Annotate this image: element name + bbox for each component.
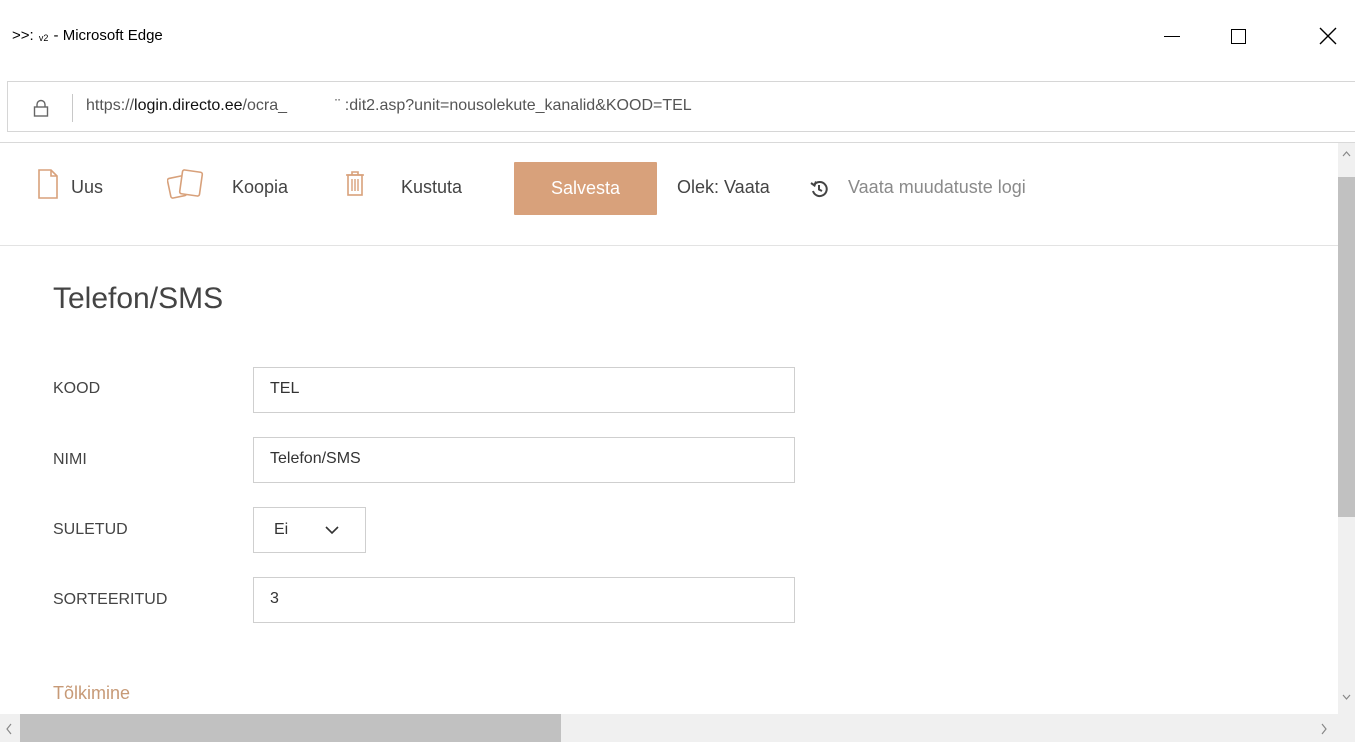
lock-icon	[33, 99, 49, 117]
url-scheme: https://	[86, 97, 135, 114]
scroll-left-icon[interactable]	[3, 721, 15, 737]
field-label-suletud: SULETUD	[53, 521, 128, 538]
url-path: /ocra_	[242, 97, 288, 114]
window-title: >>: v2 - Microsoft Edge	[12, 27, 163, 44]
window-title-prefix: >>:	[12, 27, 34, 44]
close-icon	[1319, 27, 1337, 45]
sorteeritud-input[interactable]: 3	[253, 577, 795, 623]
url-text[interactable]: https://login.directo.ee/ocra_ ¨ :dit2.as…	[86, 97, 692, 115]
page-title: Telefon/SMS	[53, 282, 224, 315]
new-button[interactable]: Uus	[71, 177, 103, 198]
address-separator	[72, 94, 73, 122]
field-label-nimi: NIMI	[53, 451, 87, 468]
translation-section[interactable]: Tõlkimine	[53, 683, 130, 704]
url-host: login.directo.ee	[134, 97, 243, 114]
trash-icon[interactable]	[345, 169, 365, 199]
minimize-button[interactable]	[1152, 14, 1192, 58]
delete-button[interactable]: Kustuta	[401, 177, 462, 198]
scroll-down-icon[interactable]	[1338, 690, 1355, 704]
suletud-value: Ei	[274, 521, 289, 538]
minimize-icon	[1164, 35, 1180, 37]
maximize-icon	[1230, 28, 1246, 44]
maximize-button[interactable]	[1218, 14, 1258, 58]
field-label-sorteeritud: SORTEERITUD	[53, 591, 168, 608]
window-title-sub: v2	[38, 33, 49, 43]
status-label: Olek: Vaata	[677, 177, 770, 197]
close-button[interactable]	[1308, 14, 1348, 58]
page-content: Uus Koopia Kustuta Salvesta Olek: Vaata …	[0, 142, 1355, 742]
address-bar[interactable]: https://login.directo.ee/ocra_ ¨ :dit2.as…	[7, 81, 1355, 132]
url-rest: ¨ :dit2.asp?unit=nousolekute_kanalid&KOO…	[335, 97, 692, 114]
kood-input[interactable]: TEL	[253, 367, 795, 413]
history-icon[interactable]	[810, 180, 828, 198]
save-button[interactable]: Salvesta	[514, 162, 657, 215]
window-title-suffix: - Microsoft Edge	[53, 27, 163, 44]
field-label-kood: KOOD	[53, 380, 101, 397]
suletud-select[interactable]: Ei	[253, 507, 366, 553]
vertical-scroll-thumb[interactable]	[1338, 177, 1355, 517]
horizontal-scroll-thumb[interactable]	[20, 714, 561, 742]
copy-button[interactable]: Koopia	[232, 177, 288, 198]
copy-icon[interactable]	[167, 169, 211, 199]
new-document-icon[interactable]	[38, 169, 58, 199]
scroll-up-icon[interactable]	[1338, 147, 1355, 161]
toolbar: Uus Koopia Kustuta Salvesta Olek: Vaata …	[0, 143, 1338, 246]
chevron-down-icon	[325, 526, 339, 535]
scroll-corner	[1338, 714, 1355, 742]
scroll-right-icon[interactable]	[1318, 721, 1330, 737]
change-log-link[interactable]: Vaata muudatuste logi	[848, 177, 1026, 198]
window-titlebar: >>: v2 - Microsoft Edge	[0, 0, 1355, 76]
nimi-input[interactable]: Telefon/SMS	[253, 437, 795, 483]
